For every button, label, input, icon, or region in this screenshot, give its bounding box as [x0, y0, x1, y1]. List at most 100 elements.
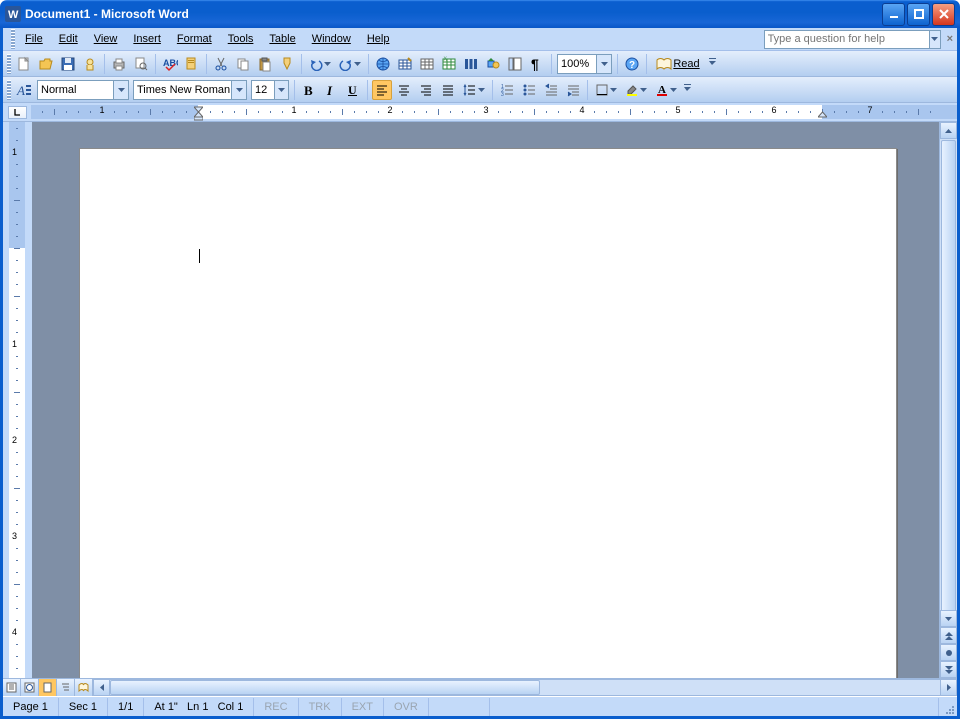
align-right-button[interactable]	[416, 80, 436, 100]
svg-text:B: B	[304, 83, 313, 97]
styles-pane-icon[interactable]: A	[14, 80, 34, 100]
menu-edit[interactable]: Edit	[51, 30, 86, 48]
copy-icon[interactable]	[233, 54, 253, 74]
spellcheck-icon[interactable]: ABC	[160, 54, 180, 74]
menu-insert[interactable]: Insert	[125, 30, 169, 48]
menu-window[interactable]: Window	[304, 30, 359, 48]
minimize-button[interactable]	[882, 3, 905, 26]
maximize-button[interactable]	[907, 3, 930, 26]
resize-grip[interactable]	[939, 699, 955, 715]
close-button[interactable]	[932, 3, 955, 26]
redo-button[interactable]	[336, 54, 364, 74]
save-icon[interactable]	[58, 54, 78, 74]
show-paragraph-icon[interactable]: ¶	[527, 54, 547, 74]
normal-view-button[interactable]	[3, 679, 21, 696]
horizontal-ruler[interactable]: 11234567	[3, 103, 957, 122]
increase-indent-button[interactable]	[563, 80, 583, 100]
align-center-button[interactable]	[394, 80, 414, 100]
insert-worksheet-icon[interactable]: X	[439, 54, 459, 74]
font-color-button[interactable]: A	[652, 80, 680, 100]
select-browse-object-button[interactable]	[940, 644, 957, 661]
menubar-handle[interactable]	[11, 29, 15, 49]
research-icon[interactable]	[182, 54, 202, 74]
horizontal-scrollbar[interactable]	[93, 679, 957, 696]
align-left-button[interactable]	[372, 80, 392, 100]
scroll-thumb-horizontal[interactable]	[110, 680, 540, 695]
formatting-toolbar-handle[interactable]	[7, 80, 11, 100]
status-rec[interactable]: REC	[254, 698, 298, 716]
menu-view[interactable]: View	[86, 30, 126, 48]
bold-button[interactable]: B	[299, 80, 319, 100]
hyperlink-icon[interactable]	[373, 54, 393, 74]
scroll-up-button[interactable]	[940, 122, 957, 139]
highlight-button[interactable]	[622, 80, 650, 100]
print-icon[interactable]	[109, 54, 129, 74]
style-dropdown-arrow[interactable]	[113, 81, 128, 99]
menubar-close-icon[interactable]: ×	[947, 33, 953, 45]
format-painter-icon[interactable]	[277, 54, 297, 74]
statusbar: Page 1 Sec 1 1/1 At 1" Ln 1 Col 1 REC TR…	[3, 696, 957, 716]
align-justify-button[interactable]	[438, 80, 458, 100]
status-trk[interactable]: TRK	[299, 698, 342, 716]
borders-button[interactable]	[592, 80, 620, 100]
status-ext[interactable]: EXT	[342, 698, 384, 716]
hscroll-track[interactable]	[110, 679, 940, 696]
fontsize-dropdown-arrow[interactable]	[274, 81, 288, 99]
columns-icon[interactable]	[461, 54, 481, 74]
font-dropdown-arrow[interactable]	[231, 81, 246, 99]
status-ovr[interactable]: OVR	[384, 698, 429, 716]
new-doc-icon[interactable]	[14, 54, 34, 74]
menu-file[interactable]: File	[17, 30, 51, 48]
zoom-combo[interactable]: 100%	[557, 54, 612, 74]
font-combo[interactable]: Times New Roman	[133, 80, 247, 100]
decrease-indent-button[interactable]	[541, 80, 561, 100]
undo-button[interactable]	[306, 54, 334, 74]
status-spell-icon[interactable]	[429, 698, 490, 716]
read-mode-button[interactable]: Read	[651, 54, 705, 74]
ruler-tab-selector[interactable]	[3, 103, 31, 121]
web-layout-view-button[interactable]	[21, 679, 39, 696]
line-spacing-button[interactable]	[460, 80, 488, 100]
previous-page-button[interactable]	[940, 627, 957, 644]
permission-icon[interactable]	[80, 54, 100, 74]
reading-layout-view-button[interactable]	[75, 679, 93, 696]
vertical-ruler[interactable]: 11234	[3, 122, 32, 678]
next-page-button[interactable]	[940, 661, 957, 678]
help-input[interactable]	[764, 30, 930, 49]
bulleted-list-button[interactable]	[519, 80, 539, 100]
tables-borders-icon[interactable]	[395, 54, 415, 74]
outline-view-button[interactable]	[57, 679, 75, 696]
doc-map-icon[interactable]	[505, 54, 525, 74]
drawing-icon[interactable]	[483, 54, 503, 74]
paste-icon[interactable]	[255, 54, 275, 74]
insert-table-icon[interactable]	[417, 54, 437, 74]
numbered-list-button[interactable]: 123	[497, 80, 517, 100]
menu-tools[interactable]: Tools	[220, 30, 262, 48]
print-layout-view-button[interactable]	[39, 679, 57, 696]
scroll-thumb-vertical[interactable]	[941, 140, 956, 620]
toolbar-options-icon[interactable]	[707, 54, 717, 74]
underline-button[interactable]: U	[343, 80, 363, 100]
vertical-scrollbar[interactable]	[939, 122, 957, 678]
scroll-right-button[interactable]	[940, 679, 957, 696]
editor-area: 11234	[3, 122, 957, 678]
print-preview-icon[interactable]	[131, 54, 151, 74]
help-icon[interactable]: ?	[622, 54, 642, 74]
cut-icon[interactable]	[211, 54, 231, 74]
scroll-left-button[interactable]	[93, 679, 110, 696]
standard-toolbar-handle[interactable]	[7, 54, 11, 74]
italic-button[interactable]: I	[321, 80, 341, 100]
menu-help[interactable]: Help	[359, 30, 398, 48]
style-combo[interactable]: Normal	[37, 80, 129, 100]
menu-table[interactable]: Table	[261, 30, 303, 48]
page[interactable]	[79, 148, 897, 678]
open-icon[interactable]	[36, 54, 56, 74]
menubar: File Edit View Insert Format Tools Table…	[3, 28, 957, 51]
document-viewport[interactable]	[32, 122, 939, 678]
help-dropdown-arrow[interactable]	[930, 30, 941, 49]
zoom-dropdown-arrow[interactable]	[596, 55, 611, 73]
formatting-toolbar-options-icon[interactable]	[682, 80, 692, 100]
scroll-down-button[interactable]	[940, 610, 957, 627]
menu-format[interactable]: Format	[169, 30, 220, 48]
fontsize-combo[interactable]: 12	[251, 80, 289, 100]
